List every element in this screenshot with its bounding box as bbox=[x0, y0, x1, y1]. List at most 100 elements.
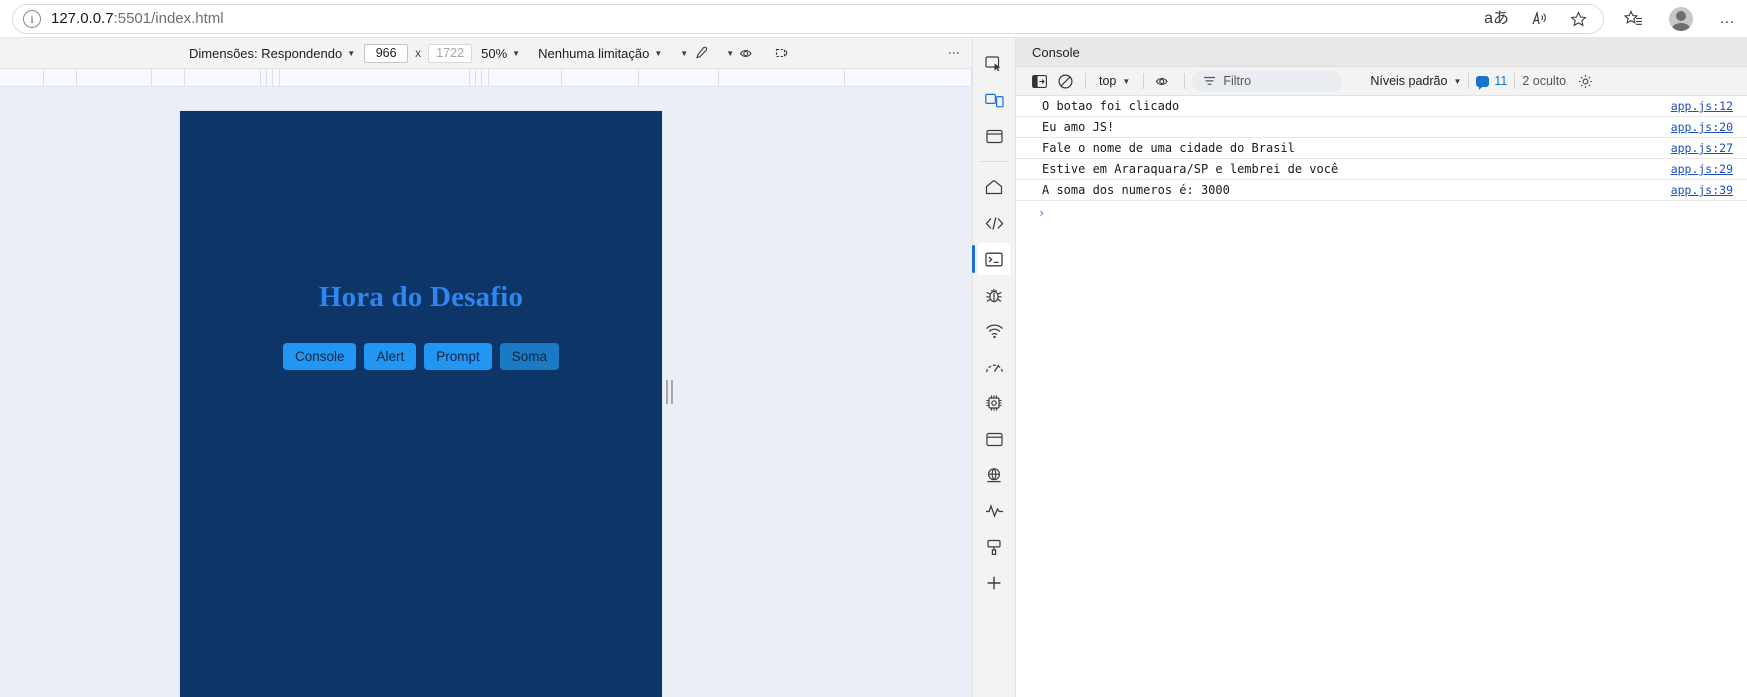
console-filter-input[interactable]: Filtro bbox=[1192, 70, 1343, 92]
device-toolbar: Dimensões: Respondendo ▼ 966 x 1722 50% … bbox=[0, 38, 972, 69]
tab-console[interactable]: Console bbox=[1032, 45, 1080, 60]
chevron-down-icon: ▼ bbox=[347, 48, 356, 58]
console-log-source-link[interactable]: app.js:39 bbox=[1671, 183, 1733, 197]
vision-deficiency-dropdown[interactable]: ▼ bbox=[717, 47, 766, 60]
toolbar-divider bbox=[1514, 73, 1516, 89]
console-log-source-link[interactable]: app.js:20 bbox=[1671, 120, 1733, 134]
performance-gauge-icon[interactable] bbox=[978, 351, 1010, 383]
console-log-row: Fale o nome de uma cidade do Brasil app.j… bbox=[1016, 138, 1747, 159]
eyedropper-icon[interactable] bbox=[693, 46, 708, 61]
toolbar-divider bbox=[1085, 73, 1086, 89]
filter-placeholder: Filtro bbox=[1223, 74, 1252, 88]
screenshot-button[interactable] bbox=[766, 46, 801, 60]
ruler-segment bbox=[845, 69, 972, 86]
add-panel-icon[interactable] bbox=[978, 567, 1010, 599]
elements-panel-icon[interactable] bbox=[978, 120, 1010, 152]
ruler-segment bbox=[719, 69, 846, 86]
chevron-down-icon: ▼ bbox=[680, 48, 689, 58]
inspect-element-icon[interactable] bbox=[978, 48, 1010, 80]
debugger-bug-icon[interactable] bbox=[978, 279, 1010, 311]
browser-actions: … bbox=[1610, 6, 1735, 31]
console-tab-bar: Console bbox=[1016, 38, 1747, 67]
device-toolbar-icon[interactable] bbox=[978, 84, 1010, 116]
device-emulation-pane: Dimensões: Respondendo ▼ 966 x 1722 50% … bbox=[0, 38, 972, 697]
gear-icon[interactable] bbox=[1572, 70, 1598, 92]
url-path: :5501/index.html bbox=[113, 10, 224, 27]
page-button-row: Console Alert Prompt Soma bbox=[180, 343, 662, 370]
viewport-height-input[interactable]: 1722 bbox=[428, 43, 473, 63]
url-host: 127.0.0.7 bbox=[51, 10, 114, 27]
memory-chip-icon[interactable] bbox=[978, 387, 1010, 419]
vision-deficiency-icon[interactable] bbox=[739, 47, 757, 60]
console-message-list: O botao foi clicado app.js:12 Eu amo JS! ap… bbox=[1016, 96, 1747, 697]
browser-settings-icon[interactable]: … bbox=[1719, 10, 1735, 27]
console-log-text: A soma dos numeros é: 3000 bbox=[1042, 183, 1230, 197]
chevron-down-icon: ▼ bbox=[1453, 76, 1462, 86]
profile-avatar[interactable] bbox=[1669, 6, 1693, 31]
page-button-soma[interactable]: Soma bbox=[499, 343, 560, 370]
security-globe-icon[interactable] bbox=[978, 459, 1010, 491]
device-toolbar-more-icon[interactable]: ⋮ bbox=[947, 47, 972, 59]
toolbar-divider bbox=[1184, 73, 1186, 89]
favorite-star-icon[interactable] bbox=[1570, 10, 1587, 27]
prompt-caret-icon: › bbox=[1038, 206, 1046, 220]
page-button-alert[interactable]: Alert bbox=[364, 343, 417, 370]
message-count-value: 11 bbox=[1494, 74, 1508, 88]
message-bubble-icon bbox=[1476, 75, 1490, 90]
browser-toolbar: i 127.0.0.7:5501/index.html aあ … bbox=[0, 0, 1747, 38]
sidebar-toggle-icon[interactable] bbox=[1026, 70, 1052, 92]
rotate-dropdown[interactable]: ▼ bbox=[671, 46, 717, 61]
application-storage-icon[interactable] bbox=[978, 423, 1010, 455]
ruler-segment bbox=[273, 69, 280, 86]
address-bar[interactable]: i 127.0.0.7:5501/index.html aあ bbox=[12, 3, 1604, 34]
log-levels-select[interactable]: Níveis padrão ▼ bbox=[1370, 74, 1461, 88]
collections-icon[interactable] bbox=[1624, 10, 1643, 27]
ruler-segment bbox=[0, 69, 44, 86]
dimension-separator: x bbox=[415, 46, 422, 60]
message-count-badge[interactable]: 11 bbox=[1476, 74, 1508, 90]
console-log-source-link[interactable]: app.js:12 bbox=[1671, 99, 1733, 113]
site-info-icon[interactable]: i bbox=[23, 9, 41, 28]
clear-console-icon[interactable] bbox=[1052, 70, 1078, 92]
read-aloud-icon[interactable] bbox=[1531, 11, 1548, 26]
live-expression-eye-icon[interactable] bbox=[1151, 70, 1177, 92]
console-log-source-link[interactable]: app.js:29 bbox=[1671, 162, 1733, 176]
main-layout: Dimensões: Respondendo ▼ 966 x 1722 50% … bbox=[0, 38, 1747, 697]
console-log-text: O botao foi clicado bbox=[1042, 99, 1180, 113]
console-log-text: Fale o nome de uma cidade do Brasil bbox=[1042, 141, 1295, 155]
page-viewport: Hora do Desafio Console Alert Prompt Soma bbox=[180, 111, 662, 697]
network-wifi-icon[interactable] bbox=[978, 315, 1010, 347]
grip-bar bbox=[670, 380, 673, 404]
sources-code-icon[interactable] bbox=[978, 207, 1010, 239]
translate-icon[interactable]: aあ bbox=[1484, 10, 1509, 27]
chevron-down-icon: ▼ bbox=[654, 48, 663, 58]
console-panel: Console top ▼ Filtro Níveis padrão ▼ 11 … bbox=[1016, 38, 1747, 697]
console-toolbar: top ▼ Filtro Níveis padrão ▼ 11 2 oculto bbox=[1016, 67, 1747, 96]
zoom-label: 50% bbox=[481, 45, 508, 61]
page-button-console[interactable]: Console bbox=[282, 343, 357, 370]
toolbar-divider bbox=[1143, 73, 1145, 89]
console-input[interactable] bbox=[1045, 205, 1733, 221]
viewport-resize-handle[interactable] bbox=[662, 379, 676, 405]
console-terminal-icon[interactable] bbox=[972, 243, 1010, 275]
console-log-row: A soma dos numeros é: 3000 app.js:39 bbox=[1016, 180, 1747, 201]
dimensions-select[interactable]: Dimensões: Respondendo ▼ bbox=[180, 46, 364, 61]
ruler-segment bbox=[562, 69, 639, 86]
welcome-home-icon[interactable] bbox=[978, 171, 1010, 203]
page-title: Hora do Desafio bbox=[318, 281, 524, 313]
execution-context-select[interactable]: top ▼ bbox=[1093, 74, 1136, 88]
css-paint-icon[interactable] bbox=[978, 531, 1010, 563]
zoom-select[interactable]: 50% ▼ bbox=[472, 46, 529, 61]
toolbar-divider bbox=[1468, 73, 1470, 89]
grip-bar bbox=[665, 380, 668, 404]
performance-monitor-icon[interactable] bbox=[978, 495, 1010, 527]
console-log-text: Estive em Araraquara/SP e lembrei de voc… bbox=[1042, 162, 1339, 176]
console-prompt-row[interactable]: › bbox=[1016, 201, 1747, 225]
console-log-source-link[interactable]: app.js:27 bbox=[1671, 141, 1733, 155]
page-button-prompt[interactable]: Prompt bbox=[424, 343, 492, 370]
device-stage: Hora do Desafio Console Alert Prompt Soma bbox=[0, 87, 972, 697]
hidden-messages-label[interactable]: 2 oculto bbox=[1522, 74, 1566, 88]
viewport-width-input[interactable]: 966 bbox=[364, 43, 409, 63]
throttling-select[interactable]: Nenhuma limitação ▼ bbox=[529, 46, 671, 61]
console-log-row: O botao foi clicado app.js:12 bbox=[1016, 96, 1747, 117]
